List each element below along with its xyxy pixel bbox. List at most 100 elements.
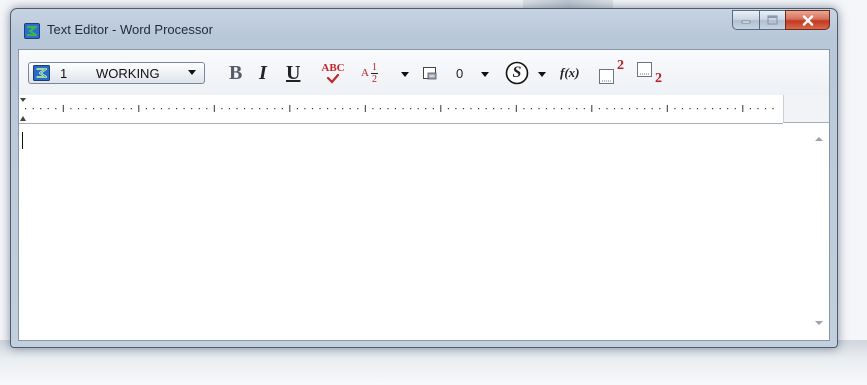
ruler-minor-tick — [402, 108, 404, 110]
ruler-major-tick — [213, 105, 215, 112]
hanging-indent-marker[interactable] — [20, 116, 26, 121]
ruler-minor-tick — [696, 108, 699, 110]
ruler-minor-tick — [500, 108, 502, 110]
ruler-minor-tick — [47, 108, 49, 110]
vertical-scrollbar[interactable] — [809, 124, 829, 340]
ruler-minor-tick — [704, 108, 706, 110]
ruler-minor-tick — [160, 108, 163, 110]
ruler-minor-tick — [357, 108, 359, 110]
ruler-minor-tick — [342, 108, 344, 110]
ruler-minor-tick — [281, 108, 283, 110]
underline-button[interactable]: U — [286, 60, 300, 86]
ruler-minor-tick — [538, 108, 540, 110]
ruler-minor-tick — [636, 108, 638, 110]
ruler-major-tick — [364, 105, 366, 112]
fraction-denominator: 2 — [371, 73, 377, 85]
chevron-down-icon — [538, 71, 546, 77]
ruler-minor-tick — [644, 108, 646, 110]
ruler-minor-tick — [455, 108, 457, 110]
ruler-minor-tick — [40, 108, 42, 110]
ruler-minor-tick — [689, 108, 691, 110]
ruler-minor-tick — [130, 108, 132, 110]
ruler-minor-tick — [108, 108, 110, 110]
numbering-dropdown-button[interactable] — [481, 71, 489, 77]
title-bar[interactable]: Text Editor - Word Processor — [11, 9, 837, 49]
formula-button[interactable]: f(x) — [560, 60, 580, 86]
ruler-minor-tick — [198, 108, 200, 110]
ruler-minor-tick — [568, 108, 570, 110]
fraction-button[interactable]: A 1 2 — [361, 60, 378, 86]
minimize-button[interactable] — [732, 10, 759, 30]
superscript-button[interactable]: 2 — [599, 58, 627, 86]
ruler-minor-tick — [681, 108, 684, 110]
spell-check-label: ABC — [321, 61, 345, 74]
ruler-minor-tick — [55, 108, 57, 110]
italic-button[interactable]: I — [259, 60, 267, 86]
fraction-prefix: A — [361, 67, 369, 79]
ruler-minor-tick — [236, 108, 238, 110]
ruler-minor-tick — [606, 108, 608, 110]
ruler-minor-tick — [77, 108, 80, 110]
text-caret — [22, 132, 23, 149]
ruler[interactable] — [19, 95, 783, 124]
symbol-label: S — [512, 64, 522, 81]
fraction-numerator: 1 — [371, 61, 377, 73]
ruler-minor-tick — [425, 108, 427, 110]
close-icon — [802, 14, 813, 26]
ruler-major-tick — [289, 105, 291, 112]
ruler-minor-tick — [674, 108, 676, 110]
bold-button[interactable]: B — [229, 60, 242, 86]
ruler-minor-tick — [153, 108, 155, 110]
ruler-minor-tick — [251, 108, 253, 110]
subscript-label: 2 — [655, 71, 662, 86]
text-editor-window: Text Editor - Word Processor 1 WORKING B… — [10, 8, 838, 348]
text-area[interactable] — [19, 124, 809, 340]
ruler-corner — [783, 95, 829, 123]
fraction-dropdown-button[interactable] — [401, 71, 409, 77]
ruler-minor-tick — [576, 108, 578, 110]
ruler-minor-tick — [523, 108, 525, 110]
ruler-minor-tick — [327, 108, 329, 110]
ruler-minor-tick — [727, 108, 729, 110]
ruler-minor-tick — [304, 108, 306, 110]
ruler-minor-tick — [478, 108, 480, 110]
ruler-minor-tick — [168, 108, 170, 110]
ruler-minor-tick — [274, 108, 276, 110]
subscript-button[interactable]: 2 — [637, 60, 667, 86]
ruler-major-tick — [138, 105, 140, 112]
ruler-minor-tick — [183, 108, 185, 110]
symbol-button[interactable]: S — [504, 60, 530, 86]
ruler-minor-tick — [417, 108, 419, 110]
numbering-value[interactable]: 0 — [456, 60, 463, 86]
ruler-minor-tick — [462, 108, 465, 110]
scroll-down-arrow-icon[interactable] — [815, 321, 823, 325]
ruler-minor-tick — [598, 108, 600, 110]
superscript-label: 2 — [617, 58, 624, 73]
text-box-button[interactable] — [421, 60, 439, 86]
ruler-minor-tick — [764, 108, 767, 110]
ruler-minor-tick — [508, 108, 510, 110]
window-controls — [732, 10, 830, 30]
symbol-dropdown-button[interactable] — [538, 71, 546, 77]
maximize-button[interactable] — [759, 10, 785, 30]
ruler-minor-tick — [545, 108, 548, 110]
first-line-indent-marker[interactable] — [20, 98, 26, 102]
close-button[interactable] — [785, 10, 830, 30]
ruler-minor-tick — [221, 108, 223, 110]
ruler-minor-tick — [206, 108, 208, 110]
ruler-minor-tick — [493, 108, 495, 110]
ruler-minor-tick — [115, 108, 117, 110]
ruler-minor-tick — [334, 108, 336, 110]
ruler-minor-tick — [266, 108, 268, 110]
superscript-icon — [599, 69, 614, 84]
level-dropdown[interactable]: 1 WORKING — [28, 62, 205, 84]
ruler-major-tick — [666, 105, 668, 112]
chevron-down-icon — [401, 71, 409, 77]
ruler-minor-tick — [553, 108, 555, 110]
spell-check-button[interactable]: ABC — [317, 60, 349, 86]
formatting-toolbar: 1 WORKING B I U ABC A 1 2 0 S f(x) 2 2 — [19, 50, 829, 96]
ruler-minor-tick — [311, 108, 314, 110]
scroll-up-arrow-icon[interactable] — [815, 137, 823, 141]
ruler-minor-tick — [470, 108, 472, 110]
ruler-minor-tick — [228, 108, 230, 110]
